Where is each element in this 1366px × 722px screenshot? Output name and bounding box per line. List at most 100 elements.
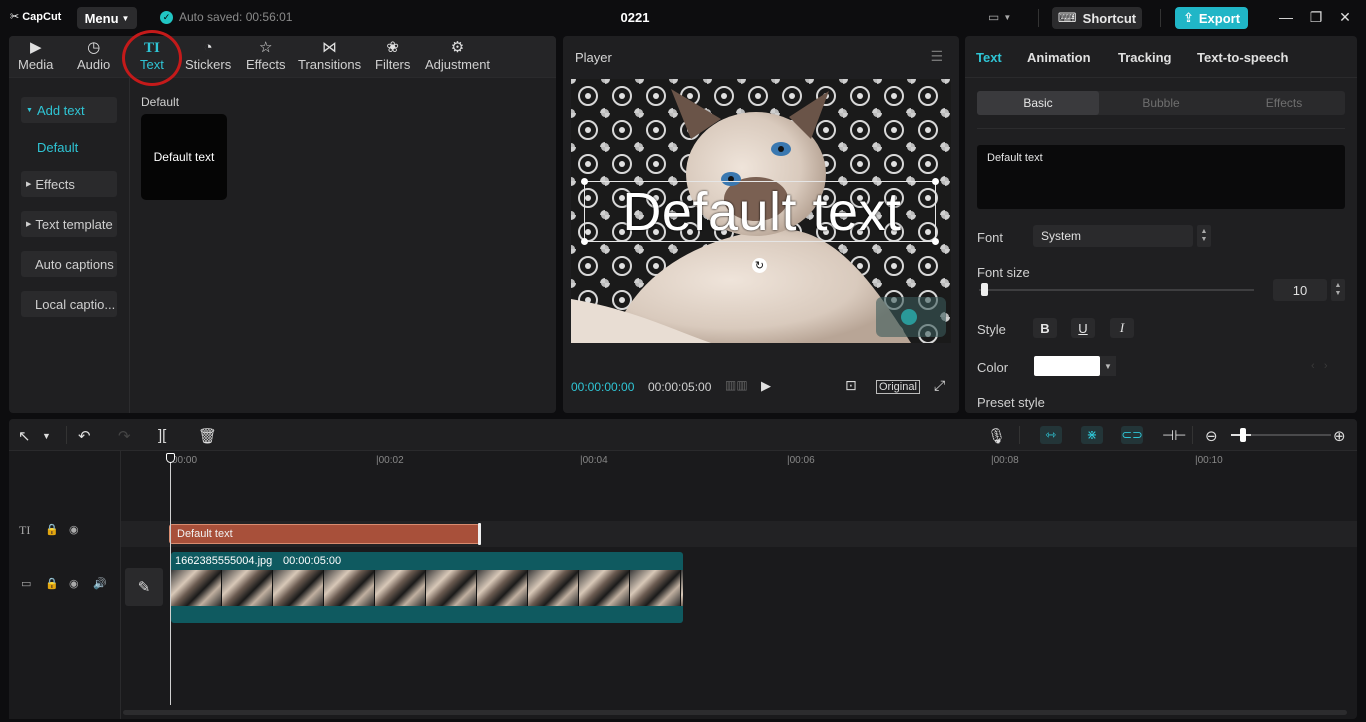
playhead-handle[interactable] — [166, 453, 175, 463]
project-title: 0221 — [620, 10, 650, 25]
side-item-auto-captions[interactable]: Auto captions — [21, 251, 117, 277]
hamburger-icon[interactable]: ☰ — [930, 48, 943, 65]
text-overlay-box[interactable]: Default text — [581, 178, 939, 245]
segment-basic[interactable]: Basic — [977, 91, 1099, 115]
chevron-down-icon[interactable]: ▼ — [1100, 356, 1116, 376]
minimize-icon[interactable]: — — [1277, 9, 1295, 25]
shortcut-button[interactable]: ⌨ Shortcut — [1052, 7, 1142, 29]
layout-button[interactable]: ▭ ▼ — [988, 10, 1011, 24]
redo-icon[interactable]: ↷ — [118, 427, 131, 445]
original-ratio-button[interactable]: Original — [876, 380, 920, 394]
tab-transitions[interactable]: ⋈ Transitions — [298, 39, 361, 77]
color-swatch[interactable] — [1034, 356, 1100, 376]
preview-axis-icon[interactable]: ⊣⊢ — [1162, 427, 1186, 444]
play-icon[interactable]: ▶ — [761, 378, 771, 394]
caret-right-icon: ▶ — [26, 181, 32, 188]
font-label: Font — [977, 230, 1004, 245]
delete-icon[interactable]: 🗑 — [198, 427, 217, 445]
tab-media[interactable]: ▶ Media — [18, 39, 53, 77]
font-size-input[interactable]: 10 — [1273, 279, 1327, 301]
side-item-default[interactable]: Default — [37, 140, 78, 155]
time-total: 00:00:05:00 — [648, 380, 712, 394]
tab-label: Filters — [375, 57, 411, 72]
tab-filters[interactable]: ❀ Filters — [375, 39, 410, 77]
segment-bubble[interactable]: Bubble — [1100, 91, 1222, 115]
ruler-tick: |00:04 — [580, 455, 608, 466]
font-size-stepper-icon[interactable]: ▲ ▼ — [1331, 279, 1345, 301]
ruler-tick: |00:08 — [991, 455, 1019, 466]
link-clips-icon[interactable]: ⇿ — [1040, 426, 1062, 444]
lock-icon[interactable]: 🔒 — [45, 577, 59, 590]
player-panel: Player ☰ Default text ↻ 00:00:00:00 00:0… — [563, 36, 959, 413]
ruler-tick: |00:02 — [376, 455, 404, 466]
resize-handle[interactable] — [581, 238, 588, 245]
tab-effects[interactable]: ☆ Effects — [246, 39, 286, 77]
link-icon[interactable]: ⊂⊃ — [1121, 426, 1143, 444]
default-text-card[interactable]: Default text — [141, 114, 227, 200]
select-cursor-icon[interactable]: ↖ — [18, 427, 31, 445]
side-item-add-text[interactable]: ▼ Add text — [21, 97, 117, 123]
thumbnail — [477, 570, 528, 606]
zoom-out-icon[interactable]: ⊖ — [1205, 427, 1218, 445]
tab-text-to-speech[interactable]: Text-to-speech — [1197, 50, 1289, 65]
font-select[interactable]: System — [1033, 225, 1193, 247]
font-stepper-icon[interactable]: ▲ ▼ — [1197, 225, 1211, 247]
tab-tracking[interactable]: Tracking — [1118, 50, 1171, 65]
tab-label: Stickers — [185, 57, 232, 72]
export-button[interactable]: ⇪ Export — [1175, 7, 1248, 29]
zoom-slider-track[interactable] — [1251, 434, 1331, 436]
divider — [1019, 426, 1020, 444]
font-size-slider-thumb[interactable] — [981, 283, 988, 296]
side-item-effects[interactable]: ▶ Effects — [21, 171, 117, 197]
rotate-icon[interactable]: ↻ — [752, 258, 767, 273]
eye-icon[interactable]: ◉ — [69, 523, 79, 536]
playhead[interactable] — [170, 459, 171, 705]
speaker-icon[interactable]: 🔊 — [93, 577, 107, 590]
thumbnail — [324, 570, 375, 606]
zoom-in-icon[interactable]: ⊕ — [1333, 427, 1346, 445]
snap-icon[interactable]: ⋇ — [1081, 426, 1103, 444]
tab-animation[interactable]: Animation — [1027, 50, 1091, 65]
resize-handle[interactable] — [932, 178, 939, 185]
video-clip-name: 1662385555004.jpg — [175, 555, 273, 567]
maximize-icon[interactable]: ❐ — [1307, 9, 1325, 26]
tab-text[interactable]: Text — [976, 50, 1002, 65]
bold-button[interactable]: B — [1033, 318, 1057, 338]
split-icon[interactable]: ][ — [158, 427, 166, 444]
tab-stickers[interactable]: ◔ Stickers — [185, 39, 231, 77]
resize-handle[interactable] — [581, 178, 588, 185]
lock-icon[interactable]: 🔒 — [45, 523, 59, 536]
timeline-grid-icon[interactable]: ▥▥ — [725, 378, 748, 392]
eye-icon[interactable]: ◉ — [69, 577, 79, 590]
side-item-label: Add text — [36, 102, 85, 118]
tab-audio[interactable]: ◷ Audio — [77, 39, 110, 77]
side-item-local-captions[interactable]: Local captio... — [21, 291, 117, 317]
chevron-down-icon[interactable]: ▼ — [42, 431, 51, 441]
app-logo-text: CapCut — [22, 10, 62, 23]
filters-icon: ❀ — [386, 39, 399, 56]
segment-effects[interactable]: Effects — [1223, 91, 1345, 115]
side-item-text-template[interactable]: ▶ Text template — [21, 211, 117, 237]
horizontal-scrollbar[interactable] — [123, 710, 1347, 715]
text-content-input[interactable]: Default text — [977, 145, 1345, 209]
autosave-status: ✓ Auto saved: 00:56:01 — [160, 10, 292, 24]
tab-adjustment[interactable]: ⚙ Adjustment — [425, 39, 490, 77]
close-icon[interactable]: ✕ — [1336, 9, 1354, 26]
thumbnail — [528, 570, 579, 606]
zoom-slider-thumb[interactable] — [1240, 428, 1246, 442]
text-clip[interactable]: Default text — [169, 524, 480, 544]
fullscreen-icon[interactable]: ⤢ — [934, 377, 945, 394]
resize-handle[interactable] — [932, 238, 939, 245]
underline-button[interactable]: U — [1071, 318, 1095, 338]
fit-screen-icon[interactable]: ⊡ — [845, 377, 857, 394]
text-clip-trim-handle[interactable] — [478, 523, 481, 545]
italic-button[interactable]: I — [1110, 318, 1134, 338]
undo-icon[interactable]: ↶ — [78, 427, 91, 445]
menu-button[interactable]: Menu ▼ — [77, 7, 137, 29]
edit-cover-icon[interactable]: ✎ — [125, 568, 163, 606]
microphone-icon[interactable]: 🎙 — [987, 427, 1006, 445]
font-size-slider-track[interactable] — [979, 289, 1254, 291]
ruler-tick-label: 00:10 — [1197, 455, 1223, 466]
divider — [1160, 9, 1161, 27]
chevron-down-icon: ▼ — [1003, 12, 1012, 22]
